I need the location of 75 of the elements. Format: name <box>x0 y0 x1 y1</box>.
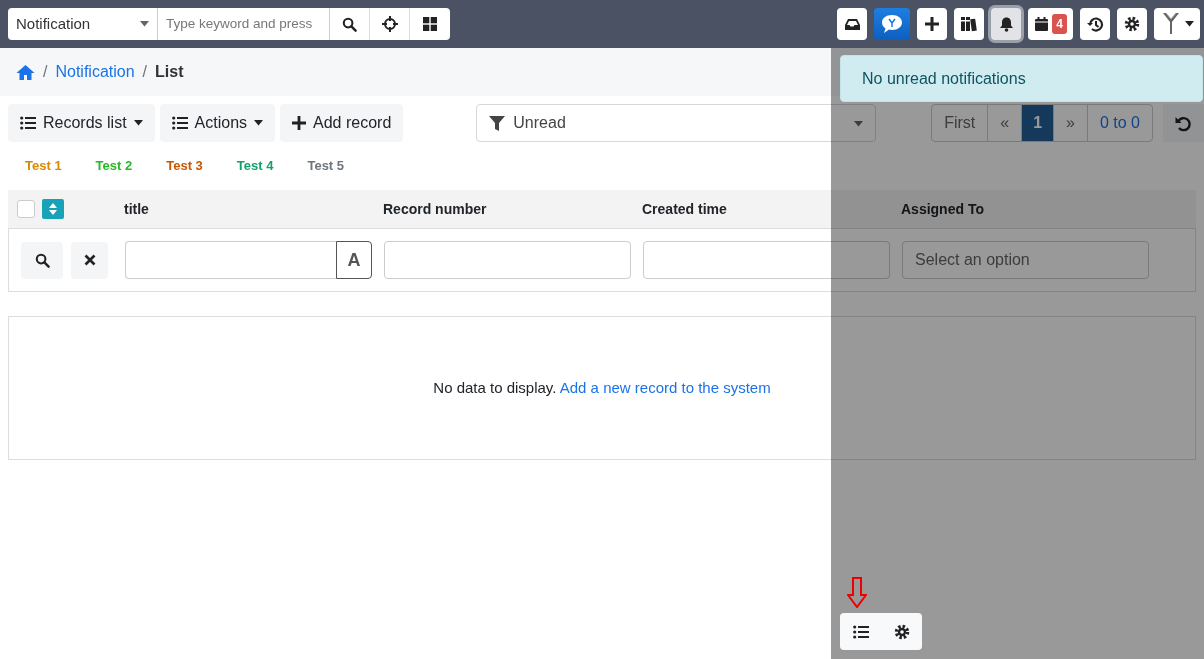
annotation-arrow <box>847 577 867 608</box>
column-header[interactable]: Assigned To <box>901 200 984 217</box>
chat-icon <box>880 13 905 35</box>
tab[interactable]: Test 5 <box>290 156 362 176</box>
breadcrumb-current: List <box>155 62 184 82</box>
filter-select[interactable]: Unread <box>476 104 877 142</box>
home-icon <box>16 64 35 82</box>
crosshair-button[interactable] <box>370 8 410 40</box>
history-button[interactable] <box>1080 8 1110 40</box>
grid-button[interactable] <box>410 8 450 40</box>
gear-icon <box>893 623 910 640</box>
history-icon <box>1086 15 1104 33</box>
column-header[interactable]: title <box>124 200 149 217</box>
breadcrumb-link[interactable]: Notification <box>55 60 135 84</box>
refresh-icon <box>1175 114 1192 132</box>
logo-button[interactable] <box>1154 8 1200 40</box>
record-range: 0 to 0 <box>1098 113 1141 133</box>
plus-button[interactable] <box>917 8 948 40</box>
bell-icon <box>998 16 1014 32</box>
calendar-button[interactable]: 4 <box>1028 8 1073 40</box>
crosshair-icon <box>381 16 398 32</box>
calendar-icon <box>1034 16 1050 32</box>
page-button[interactable]: 1 <box>1022 105 1055 141</box>
list-icon <box>20 116 36 130</box>
first-page-button[interactable]: First <box>932 105 989 141</box>
tab[interactable]: Test 3 <box>149 156 220 176</box>
text-mode-toggle[interactable]: A <box>335 241 372 279</box>
empty-message: No data to display. Add a new record to the system <box>433 377 771 398</box>
refresh-button[interactable] <box>1163 104 1204 142</box>
next-page-button[interactable]: » <box>1054 105 1088 141</box>
grid-icon <box>423 17 437 31</box>
breadcrumb-separator: / <box>43 62 48 82</box>
notification-alert: No unread notifications <box>840 55 1203 102</box>
sort-icon <box>49 203 57 215</box>
search-icon <box>34 252 50 268</box>
chat-button[interactable] <box>874 8 911 40</box>
tab[interactable]: Test 4 <box>219 156 291 176</box>
caret-icon <box>254 120 264 126</box>
logo-icon <box>1160 11 1182 37</box>
sort-button[interactable] <box>42 199 64 219</box>
select-all-checkbox[interactable] <box>17 200 35 218</box>
column-header[interactable]: Record number <box>383 200 487 217</box>
tab[interactable]: Test 2 <box>78 156 150 176</box>
search-icon <box>342 16 357 32</box>
dropdown-button[interactable]: Records list <box>8 104 155 142</box>
search-field[interactable]: Type keyword and press <box>158 8 330 40</box>
search-button[interactable] <box>330 8 370 40</box>
filter-select[interactable]: Select an option <box>902 241 1149 279</box>
list-icon <box>852 624 869 639</box>
module-select[interactable]: Notification <box>8 8 158 40</box>
list-icon <box>171 116 188 130</box>
count-badge: 4 <box>1052 14 1067 34</box>
gear-icon <box>1124 16 1140 32</box>
caret-icon <box>133 120 143 126</box>
clear-button[interactable] <box>71 241 108 279</box>
gear-button[interactable] <box>1117 8 1147 40</box>
plus-icon <box>924 16 941 32</box>
caret-icon <box>854 120 864 127</box>
books-button[interactable] <box>954 8 985 40</box>
search-button[interactable] <box>21 241 63 279</box>
add-record-link[interactable]: Add a new record to the system <box>559 378 771 396</box>
filter-icon <box>489 114 506 132</box>
close-icon <box>83 254 96 266</box>
inbox-button[interactable] <box>837 8 868 40</box>
breadcrumb-separator: / <box>142 62 148 82</box>
caret-icon <box>140 21 149 27</box>
inbox-icon <box>843 17 861 31</box>
plus-icon <box>292 116 307 130</box>
tab[interactable]: Test 1 <box>8 156 79 176</box>
dropdown-button[interactable]: Actions <box>159 104 276 142</box>
bell-button[interactable] <box>991 8 1022 40</box>
books-icon <box>960 16 979 32</box>
add-button[interactable]: Add record <box>280 104 404 142</box>
column-header[interactable]: Created time <box>642 200 727 217</box>
caret-icon <box>1185 21 1194 27</box>
